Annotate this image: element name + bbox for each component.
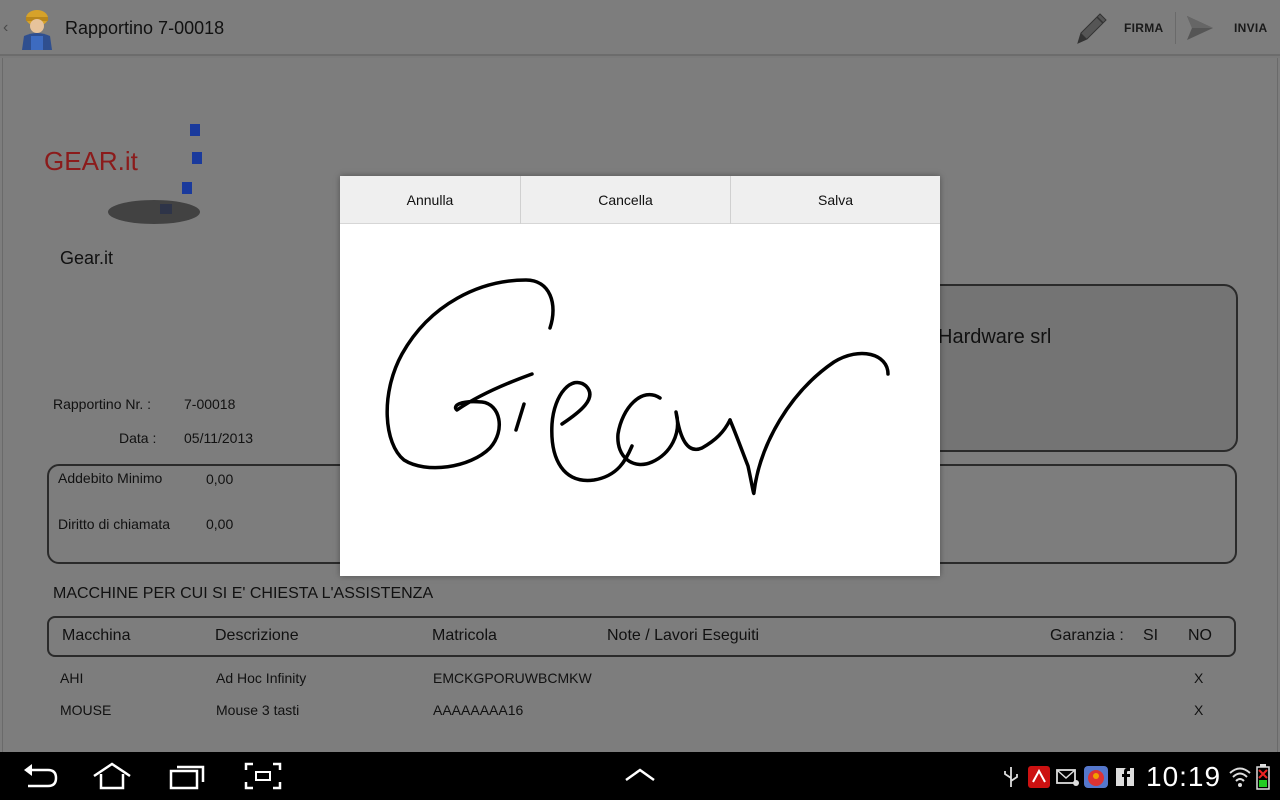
- th-garanzia: Garanzia :: [1050, 627, 1124, 644]
- section-title: MACCHINE PER CUI SI E' CHIESTA L'ASSISTE…: [53, 585, 434, 602]
- dialog-button-bar: Annulla Cancella Salva: [340, 176, 940, 224]
- firma-label: FIRMA: [1124, 21, 1164, 35]
- back-icon[interactable]: [20, 762, 60, 790]
- action-bar: ‹ Rapportino 7-00018 FIRMA INVIA: [0, 0, 1280, 56]
- invia-label: INVIA: [1234, 21, 1268, 35]
- salva-button[interactable]: Salva: [731, 176, 940, 224]
- customer-box: [918, 284, 1238, 452]
- system-bar: 10:19: [0, 752, 1280, 800]
- data-value: 05/11/2013: [184, 430, 254, 446]
- cancella-button[interactable]: Cancella: [521, 176, 731, 224]
- addebito-value: 0,00: [206, 471, 234, 487]
- row2-matricola: AAAAAAAA16: [433, 702, 524, 718]
- signature-drawing: [385, 278, 890, 496]
- row1-matricola: EMCKGPORUWBCMKW: [433, 670, 592, 686]
- firma-button[interactable]: FIRMA: [1072, 0, 1172, 56]
- battery-icon: [1256, 764, 1270, 790]
- signature-dialog: Annulla Cancella Salva: [340, 176, 940, 576]
- th-matricola: Matricola: [432, 627, 497, 644]
- data-label: Data :: [119, 430, 157, 446]
- up-chevron-icon[interactable]: [620, 762, 660, 790]
- recent-apps-icon[interactable]: [168, 762, 208, 790]
- th-no: NO: [1188, 627, 1212, 644]
- customer-name: Hardware srl: [938, 326, 1052, 348]
- send-icon: [1187, 16, 1213, 40]
- diritto-label: Diritto di chiamata: [58, 516, 171, 532]
- facebook-icon: [1116, 768, 1134, 786]
- usb-icon: [1004, 767, 1018, 787]
- th-macchina: Macchina: [62, 627, 131, 644]
- gear-logo: GEAR.it: [44, 100, 202, 225]
- back-chevron-icon[interactable]: ‹: [3, 19, 8, 37]
- row2-no: X: [1194, 702, 1204, 718]
- clock: 10:19: [1146, 761, 1222, 792]
- row2-macchina: MOUSE: [60, 702, 112, 718]
- logo-text: GEAR.it: [44, 146, 139, 176]
- signature-canvas[interactable]: [340, 224, 940, 576]
- annulla-button[interactable]: Annulla: [340, 176, 521, 224]
- worker-app-icon[interactable]: [18, 8, 56, 50]
- addebito-label: Addebito Minimo: [58, 470, 163, 486]
- invia-button[interactable]: INVIA: [1186, 0, 1278, 56]
- game-icon: [1084, 766, 1108, 788]
- home-icon[interactable]: [92, 762, 132, 790]
- email-icon: [1056, 769, 1079, 786]
- th-note: Note / Lavori Eseguiti: [607, 627, 760, 644]
- row1-no: X: [1194, 670, 1204, 686]
- app-notification-icon: [1028, 766, 1050, 788]
- pen-icon: [1077, 13, 1107, 44]
- th-si: SI: [1143, 627, 1159, 644]
- rapportino-value: 7-00018: [184, 396, 236, 412]
- diritto-value: 0,00: [206, 516, 234, 532]
- screenshot-icon[interactable]: [243, 762, 283, 790]
- company-name: Gear.it: [60, 248, 114, 268]
- rapportino-label: Rapportino Nr. :: [53, 396, 152, 412]
- action-divider: [1175, 12, 1176, 44]
- wifi-icon: [1229, 767, 1251, 787]
- row1-descrizione: Ad Hoc Infinity: [216, 670, 307, 686]
- row1-macchina: AHI: [60, 670, 84, 686]
- th-descrizione: Descrizione: [215, 627, 299, 644]
- row2-descrizione: Mouse 3 tasti: [216, 702, 300, 718]
- page-title: Rapportino 7-00018: [65, 18, 225, 38]
